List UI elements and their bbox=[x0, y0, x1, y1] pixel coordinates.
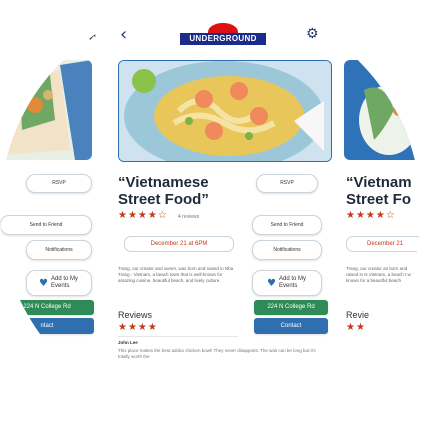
shrimp-noodle-photo bbox=[119, 61, 331, 161]
event-title: “Vietnamese Street Food” bbox=[118, 174, 258, 208]
event-rating-stars: ★★★★☆ bbox=[118, 210, 168, 221]
left-food-photo bbox=[0, 60, 92, 160]
left-add-to-events-button[interactable]: ♥ Add to My Events bbox=[26, 270, 92, 296]
add-to-events-button[interactable]: ♥ Add to My Events bbox=[252, 270, 322, 296]
right-rating-stars: ★★★★☆ bbox=[346, 210, 396, 221]
reviews-heading: Reviews bbox=[118, 310, 153, 320]
left-card-image bbox=[0, 60, 92, 160]
right-reviews-heading: Revie bbox=[346, 310, 370, 320]
right-title-line2: Street Fo bbox=[346, 191, 412, 208]
right-date-pill[interactable]: December 21 bbox=[346, 236, 421, 252]
event-review-count: 4 reviews bbox=[178, 214, 200, 220]
review-stars: ★★★★ bbox=[118, 322, 158, 333]
settings-gear-icon[interactable]: ⚙ bbox=[306, 26, 319, 42]
contact-button[interactable]: Contact bbox=[254, 318, 328, 334]
top-bar: ➚ ‹ UNDERGROUND ⚙ bbox=[0, 20, 421, 50]
send-to-friend-button[interactable]: Send to Friend bbox=[252, 215, 322, 235]
left-add-events-label: Add to My Events bbox=[50, 276, 78, 289]
app-stage: ➚ ‹ UNDERGROUND ⚙ RSVP Send to Friend No… bbox=[0, 0, 421, 421]
right-food-photo bbox=[344, 60, 421, 160]
event-title-line2: Street Food” bbox=[118, 191, 209, 208]
left-rsvp-button[interactable]: RSVP bbox=[26, 174, 92, 193]
left-address-button[interactable]: 224 N College Rd bbox=[0, 300, 94, 315]
center-card-image bbox=[118, 60, 332, 162]
notifications-button[interactable]: Notifications bbox=[252, 240, 322, 260]
add-to-events-label: Add to My Events bbox=[278, 276, 306, 289]
right-review-stars: ★★ bbox=[346, 322, 366, 333]
logo-text: UNDERGROUND bbox=[180, 33, 266, 45]
review-text: This place makes the best adobo chicken … bbox=[118, 348, 316, 359]
right-card-image bbox=[344, 60, 421, 160]
left-send-friend-button[interactable]: Send to Friend bbox=[0, 215, 92, 235]
left-notifications-button[interactable]: Notifications bbox=[26, 240, 92, 260]
right-title-line1: “Vietnam bbox=[346, 174, 412, 191]
rsvp-button[interactable]: RSVP bbox=[256, 174, 318, 193]
navigate-arrow-icon[interactable]: ➚ bbox=[88, 30, 97, 43]
right-description: Trang, our creator an born and raised in… bbox=[346, 266, 417, 283]
circular-viewport: ➚ ‹ UNDERGROUND ⚙ RSVP Send to Friend No… bbox=[0, 0, 421, 421]
left-contact-button[interactable]: ntact bbox=[0, 318, 94, 334]
heart-icon: ♥ bbox=[39, 277, 48, 289]
event-date-pill[interactable]: December 21 at 6PM bbox=[124, 236, 234, 252]
heart-icon: ♥ bbox=[267, 277, 276, 289]
review-divider bbox=[118, 336, 238, 337]
event-title-line1: “Vietnamese bbox=[118, 174, 209, 191]
reviewer-name: John Lee bbox=[118, 340, 138, 345]
back-chevron-icon[interactable]: ‹ bbox=[120, 24, 127, 45]
right-event-title: “Vietnam Street Fo bbox=[346, 174, 421, 208]
address-button[interactable]: 224 N College Rd bbox=[254, 300, 328, 315]
event-description: Trang, our creator and owner, was born a… bbox=[118, 266, 234, 283]
underground-logo: UNDERGROUND bbox=[180, 23, 266, 47]
